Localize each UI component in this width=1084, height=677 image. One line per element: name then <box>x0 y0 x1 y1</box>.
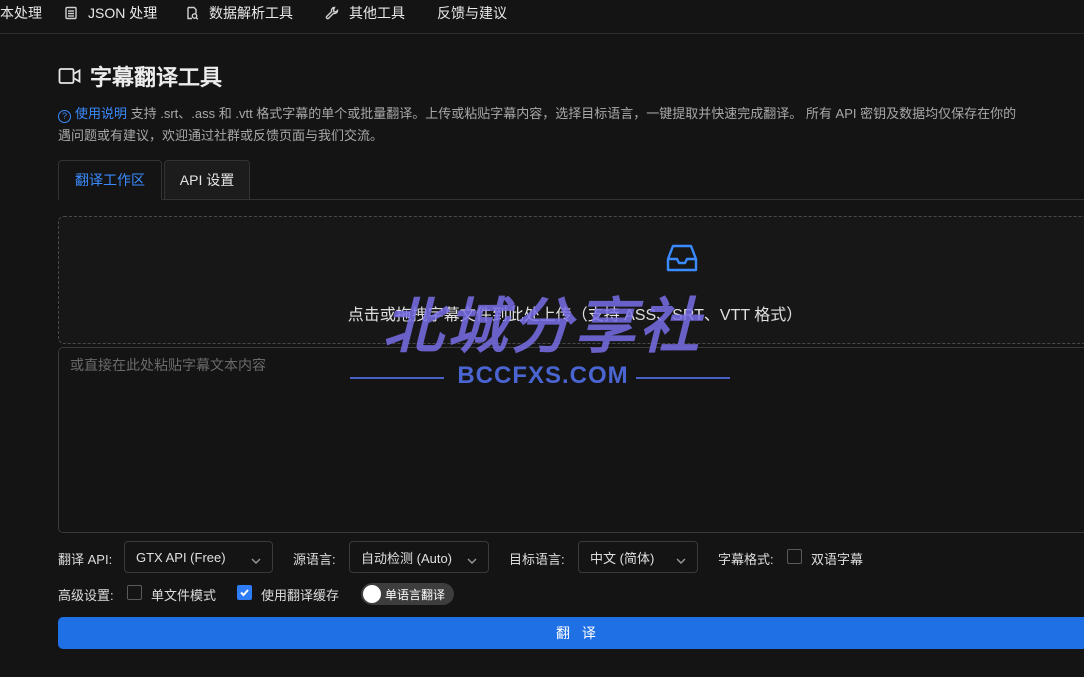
source-language-value: 自动检测 (Auto) <box>361 550 453 566</box>
tab-translate-workspace[interactable]: 翻译工作区 <box>58 160 162 200</box>
nav-item-other-tools[interactable]: 其他工具 <box>325 0 405 25</box>
nav-item-label: 数据解析工具 <box>209 4 293 21</box>
question-icon: ? <box>58 110 71 123</box>
tab-label: API 设置 <box>179 172 235 188</box>
translation-cache-checkbox[interactable] <box>237 585 252 600</box>
upload-dropzone[interactable]: 点击或拖拽字幕文件到此处上传（支持 ASS、SRT、VTT 格式） <box>58 216 1084 344</box>
api-label: 翻译 API: <box>58 552 113 567</box>
api-select-value: GTX API (Free) <box>136 549 226 565</box>
check-icon <box>240 589 249 597</box>
single-file-checkbox[interactable] <box>127 585 142 600</box>
help-text-line-2: 遇问题或有建议，欢迎通过社群或反馈页面与我们交流。 <box>58 128 384 143</box>
nav-item-label: 其他工具 <box>349 4 405 21</box>
target-language-label: 目标语言: <box>509 552 565 567</box>
subtitle-format-label: 字幕格式: <box>718 552 774 567</box>
source-language-select[interactable]: 自动检测 (Auto) <box>349 541 489 573</box>
help-text-line-1: 支持 .srt、.ass 和 .vtt 格式字幕的单个或批量翻译。上传或粘贴字幕… <box>127 106 1017 121</box>
nav-item-feedback[interactable]: 反馈与建议 <box>437 0 507 25</box>
nav-item-data-parse[interactable]: 数据解析工具 <box>185 0 293 25</box>
nav-item-text-processing[interactable]: 本处理 <box>0 0 42 25</box>
top-nav: 本处理 JSON 处理 数据解析工具 其他工具 反馈与建议 <box>0 0 1084 34</box>
help-link[interactable]: ? 使用说明 <box>58 106 128 123</box>
subtitle-paste-input[interactable] <box>58 347 1084 533</box>
list-icon <box>64 6 78 20</box>
translation-cache-label: 使用翻译缓存 <box>261 588 340 603</box>
help-link-label: 使用说明 <box>75 106 128 121</box>
wrench-icon <box>325 6 339 20</box>
chevron-down-icon <box>676 553 686 564</box>
page-title: 字幕翻译工具 <box>90 65 223 90</box>
video-camera-icon <box>58 68 81 84</box>
advanced-settings-label: 高级设置: <box>58 588 114 603</box>
switch-knob <box>363 585 381 603</box>
help-description: ? 使用说明 支持 .srt、.ass 和 .vtt 格式字幕的单个或批量翻译。上… <box>58 103 1084 147</box>
source-language-label: 源语言: <box>293 552 336 567</box>
api-select[interactable]: GTX API (Free) <box>124 541 273 573</box>
upload-hint: 点击或拖拽字幕文件到此处上传（支持 ASS、SRT、VTT 格式） <box>347 307 803 324</box>
bilingual-checkbox[interactable] <box>787 549 802 564</box>
mono-language-switch[interactable]: 单语言翻译 <box>361 583 454 605</box>
page-header: 字幕翻译工具 <box>58 62 222 90</box>
nav-item-label: 本处理 <box>0 4 42 21</box>
nav-item-label: 反馈与建议 <box>437 4 507 21</box>
tab-label: 翻译工作区 <box>75 172 145 188</box>
translate-button-label: 翻 译 <box>556 625 600 641</box>
chevron-down-icon <box>467 553 477 564</box>
bilingual-label: 双语字幕 <box>811 552 864 567</box>
nav-item-json[interactable]: JSON 处理 <box>64 0 157 25</box>
target-language-value: 中文 (简体) <box>590 550 655 566</box>
target-language-select[interactable]: 中文 (简体) <box>578 541 698 573</box>
chevron-down-icon <box>251 553 261 564</box>
inbox-icon <box>663 239 701 277</box>
translate-button[interactable]: 翻 译 <box>58 617 1084 649</box>
single-file-label: 单文件模式 <box>151 588 217 603</box>
search-doc-icon <box>185 6 199 20</box>
tab-api-settings[interactable]: API 设置 <box>164 160 250 200</box>
nav-item-label: JSON 处理 <box>88 4 158 21</box>
switch-label: 单语言翻译 <box>385 588 446 602</box>
